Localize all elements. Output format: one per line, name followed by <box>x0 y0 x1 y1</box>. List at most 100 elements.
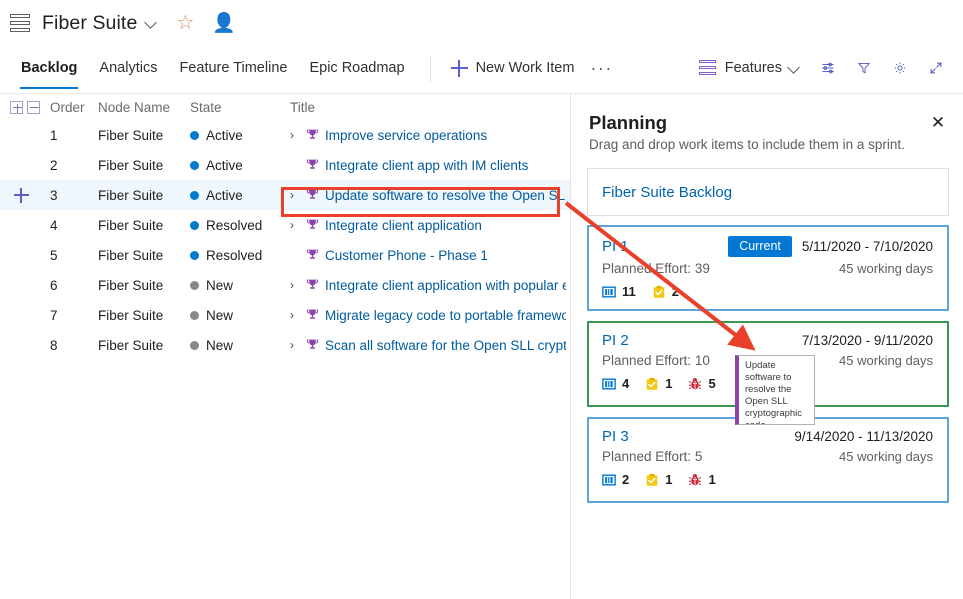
cell-node-name: Fiber Suite <box>98 187 164 203</box>
backlog-drop-label: Fiber Suite Backlog <box>602 183 733 201</box>
expand-chevron-icon[interactable]: › <box>290 279 300 291</box>
toolbar-separator <box>429 56 431 82</box>
title-link[interactable]: Update software to resolve the Open SLL <box>325 188 566 203</box>
state-dot <box>190 130 199 140</box>
column-header-title[interactable]: Title <box>290 100 570 115</box>
state-dot <box>190 220 199 230</box>
chevron-down-icon <box>788 62 801 75</box>
app-root: Fiber Suite ☆ 👤 Backlog Analytics Featur… <box>0 0 963 599</box>
expand-all-icon[interactable] <box>10 100 23 114</box>
plus-icon <box>450 59 468 77</box>
sprint-card-top: PI 3 9/14/2020 - 11/13/2020 <box>602 428 933 445</box>
state-label: Resolved <box>206 247 263 263</box>
trophy-feature-icon <box>306 308 319 323</box>
tab-backlog[interactable]: Backlog <box>10 46 88 90</box>
settings-button[interactable] <box>883 51 917 85</box>
cell-title[interactable]: › Scan all software for the Open SLL cryp… <box>290 338 570 353</box>
feature-icon <box>602 285 616 298</box>
tab-label: Feature Timeline <box>179 60 288 76</box>
gear-icon <box>894 62 906 74</box>
full-screen-button[interactable] <box>919 51 953 85</box>
trophy-feature-icon <box>306 248 319 263</box>
title-link[interactable]: Improve service operations <box>325 128 487 143</box>
work-item-count: 11 <box>602 284 636 299</box>
tab-feature-timeline[interactable]: Feature Timeline <box>168 46 298 90</box>
cell-title[interactable]: › Update software to resolve the Open SLL <box>290 188 570 203</box>
column-header-order[interactable]: Order <box>42 100 98 115</box>
expand-chevron-icon[interactable]: › <box>290 189 300 201</box>
cell-node-name: Fiber Suite <box>98 277 164 293</box>
sprint-name[interactable]: PI 1 <box>602 238 629 255</box>
sprint-planned-effort: Planned Effort: 39 <box>602 261 710 276</box>
tab-label: Epic Roadmap <box>309 60 405 76</box>
follow-person-icon[interactable]: 👤 <box>212 14 236 33</box>
bug-icon <box>689 377 702 389</box>
sprint-card[interactable]: PI 1 Current 5/11/2020 - 7/10/2020 Planned … <box>587 225 949 311</box>
cell-title[interactable]: › Improve service operations <box>290 128 570 143</box>
title-link[interactable]: Migrate legacy code to portable framewor <box>325 308 566 323</box>
cell-order: 1 <box>50 127 58 143</box>
count-value: 1 <box>665 376 673 391</box>
expand-chevron-icon[interactable]: › <box>290 309 300 321</box>
add-child-cell[interactable] <box>0 187 42 203</box>
sprint-name[interactable]: PI 3 <box>602 428 629 445</box>
star-icon[interactable]: ☆ <box>176 13 194 33</box>
table-row[interactable]: 7 Fiber Suite New › Migrate legacy code to p… <box>0 300 570 330</box>
sprint-name[interactable]: PI 2 <box>602 332 629 349</box>
cell-title[interactable]: › Migrate legacy code to portable framewo… <box>290 308 570 323</box>
table-row[interactable]: 1 Fiber Suite Active › Improve service opera… <box>0 120 570 150</box>
grid-expand-collapse <box>0 100 42 114</box>
title-link[interactable]: Integrate client app with IM clients <box>325 158 528 173</box>
collapse-all-icon[interactable] <box>27 100 40 114</box>
count-value: 11 <box>622 284 636 299</box>
cell-state: Active <box>190 188 290 203</box>
cell-node-name: Fiber Suite <box>98 157 164 173</box>
title-link[interactable]: Integrate client application with popula… <box>325 278 566 293</box>
tab-analytics[interactable]: Analytics <box>88 46 168 90</box>
table-row[interactable]: 4 Fiber Suite Resolved › Integrate client ap… <box>0 210 570 240</box>
column-header-state[interactable]: State <box>190 100 290 115</box>
cell-order: 7 <box>50 307 58 323</box>
more-commands-button[interactable]: ··· <box>582 59 620 77</box>
trophy-feature-icon <box>306 158 319 173</box>
table-row[interactable]: 3 Fiber Suite Active › Update software to re… <box>0 180 570 210</box>
table-row[interactable]: 8 Fiber Suite New › Scan all software for th… <box>0 330 570 360</box>
cell-title[interactable]: ›Integrate client app with IM clients <box>290 158 570 173</box>
sprint-card-mid: Planned Effort: 39 45 working days <box>602 261 933 276</box>
title-link[interactable]: Integrate client application <box>325 218 482 233</box>
title-link[interactable]: Scan all software for the Open SLL crypt… <box>325 338 566 353</box>
expand-chevron-icon[interactable]: › <box>290 339 300 351</box>
filter-button[interactable] <box>847 51 881 85</box>
cell-title[interactable]: › Integrate client application with popul… <box>290 278 570 293</box>
sprint-card[interactable]: PI 3 9/14/2020 - 11/13/2020 Planned Effort… <box>587 417 949 503</box>
cell-order: 8 <box>50 337 58 353</box>
tab-label: Analytics <box>99 60 158 76</box>
tab-epic-roadmap[interactable]: Epic Roadmap <box>298 46 415 90</box>
backlog-level-selector[interactable]: Features <box>691 52 809 84</box>
view-options-button[interactable] <box>811 51 845 85</box>
table-row[interactable]: 5 Fiber Suite Resolved ›Customer Phone - Ph… <box>0 240 570 270</box>
cell-title[interactable]: › Integrate client application <box>290 218 570 233</box>
plus-icon <box>13 187 29 203</box>
new-work-item-button[interactable]: New Work Item <box>443 52 583 84</box>
table-row[interactable]: 6 Fiber Suite New › Integrate client applica… <box>0 270 570 300</box>
sprint-card-mid: Planned Effort: 5 45 working days <box>602 449 933 464</box>
expand-chevron-icon[interactable]: › <box>290 219 300 231</box>
column-header-node-name[interactable]: Node Name <box>98 100 190 115</box>
backlog-drop-target[interactable]: Fiber Suite Backlog <box>587 168 949 216</box>
chevron-down-icon[interactable] <box>145 17 158 30</box>
close-icon[interactable]: ✕ <box>925 110 951 136</box>
table-row[interactable]: 2 Fiber Suite Active ›Integrate client app … <box>0 150 570 180</box>
title-link[interactable]: Customer Phone - Phase 1 <box>325 248 488 263</box>
planning-subtitle: Drag and drop work items to include them… <box>589 137 905 152</box>
drag-ghost-text: Update software to resolve the Open SLL … <box>745 360 803 424</box>
sprint-working-days: 45 working days <box>839 261 933 276</box>
cell-title[interactable]: ›Customer Phone - Phase 1 <box>290 248 570 263</box>
toolbar-right: Features <box>691 46 963 90</box>
work-item-count: 5 <box>688 376 716 391</box>
expand-chevron-icon[interactable]: › <box>290 129 300 141</box>
sprint-dates: 7/13/2020 - 9/11/2020 <box>801 333 933 348</box>
status-badge: Current <box>728 236 792 257</box>
count-value: 1 <box>665 472 673 487</box>
grid-header-row: Order Node Name State Title <box>0 94 570 120</box>
